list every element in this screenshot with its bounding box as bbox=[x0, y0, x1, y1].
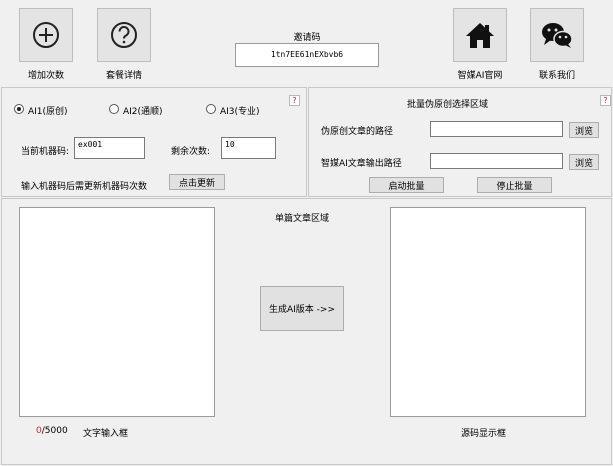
ai-mode-help-icon[interactable]: ? bbox=[289, 95, 300, 106]
official-site-label: 智媒AI官网 bbox=[457, 71, 503, 81]
machine-code-label: 当前机器码: bbox=[21, 147, 70, 157]
remaining-count-input[interactable]: 10 bbox=[221, 137, 276, 159]
invite-code-field[interactable]: 1tn7EE61nEXbvb6 bbox=[235, 43, 379, 67]
text-input-box[interactable] bbox=[19, 207, 215, 417]
source-path-input[interactable] bbox=[430, 121, 563, 137]
start-batch-button[interactable]: 启动批量 bbox=[369, 177, 444, 193]
ai2-radio-label: AI2(通顺) bbox=[123, 107, 163, 117]
batch-panel-title: 批量伪原创选择区域 bbox=[407, 100, 489, 110]
char-count-limit: /5000 bbox=[41, 426, 68, 436]
ai3-radio[interactable] bbox=[206, 104, 216, 114]
single-article-title: 单篇文章区域 bbox=[275, 214, 330, 224]
home-icon bbox=[466, 23, 494, 48]
machine-code-input[interactable]: ex001 bbox=[74, 137, 145, 159]
char-count-indicator: 0/5000 bbox=[36, 426, 68, 436]
source-browse-button[interactable]: 浏览 bbox=[569, 122, 599, 138]
add-count-label: 增加次数 bbox=[27, 71, 64, 81]
official-site-button[interactable] bbox=[453, 8, 507, 62]
wechat-icon bbox=[542, 23, 573, 48]
source-path-label: 伪原创文章的路径 bbox=[321, 127, 394, 137]
add-count-button[interactable] bbox=[19, 8, 73, 62]
update-hint-text: 输入机器码后需更新机器码次数 bbox=[21, 182, 148, 192]
update-machine-button[interactable]: 点击更新 bbox=[169, 174, 225, 190]
ai1-radio[interactable] bbox=[14, 104, 24, 114]
contact-us-button[interactable] bbox=[530, 8, 584, 62]
question-circle-icon bbox=[111, 22, 137, 48]
source-display-box[interactable] bbox=[390, 207, 586, 417]
source-display-label: 源码显示框 bbox=[461, 429, 507, 439]
ai3-radio-label: AI3(专业) bbox=[220, 107, 260, 117]
output-browse-button[interactable]: 浏览 bbox=[569, 154, 599, 170]
plus-circle-icon bbox=[33, 22, 59, 48]
invite-code-label: 邀请码 bbox=[293, 33, 321, 43]
generate-ai-button[interactable]: 生成AI版本 ->> bbox=[260, 286, 344, 331]
remaining-count-label: 剩余次数: bbox=[171, 147, 211, 157]
text-input-label: 文字输入框 bbox=[83, 429, 129, 439]
package-details-label: 套餐详情 bbox=[105, 71, 142, 81]
package-details-button[interactable] bbox=[97, 8, 151, 62]
stop-batch-button[interactable]: 停止批量 bbox=[477, 177, 552, 193]
output-path-label: 智媒AI文章输出路径 bbox=[321, 159, 402, 169]
ai2-radio[interactable] bbox=[109, 104, 119, 114]
contact-us-label: 联系我们 bbox=[538, 71, 575, 81]
output-path-input[interactable] bbox=[430, 153, 563, 169]
batch-help-icon[interactable]: ? bbox=[600, 95, 611, 106]
ai1-radio-label: AI1(原创) bbox=[28, 107, 68, 117]
